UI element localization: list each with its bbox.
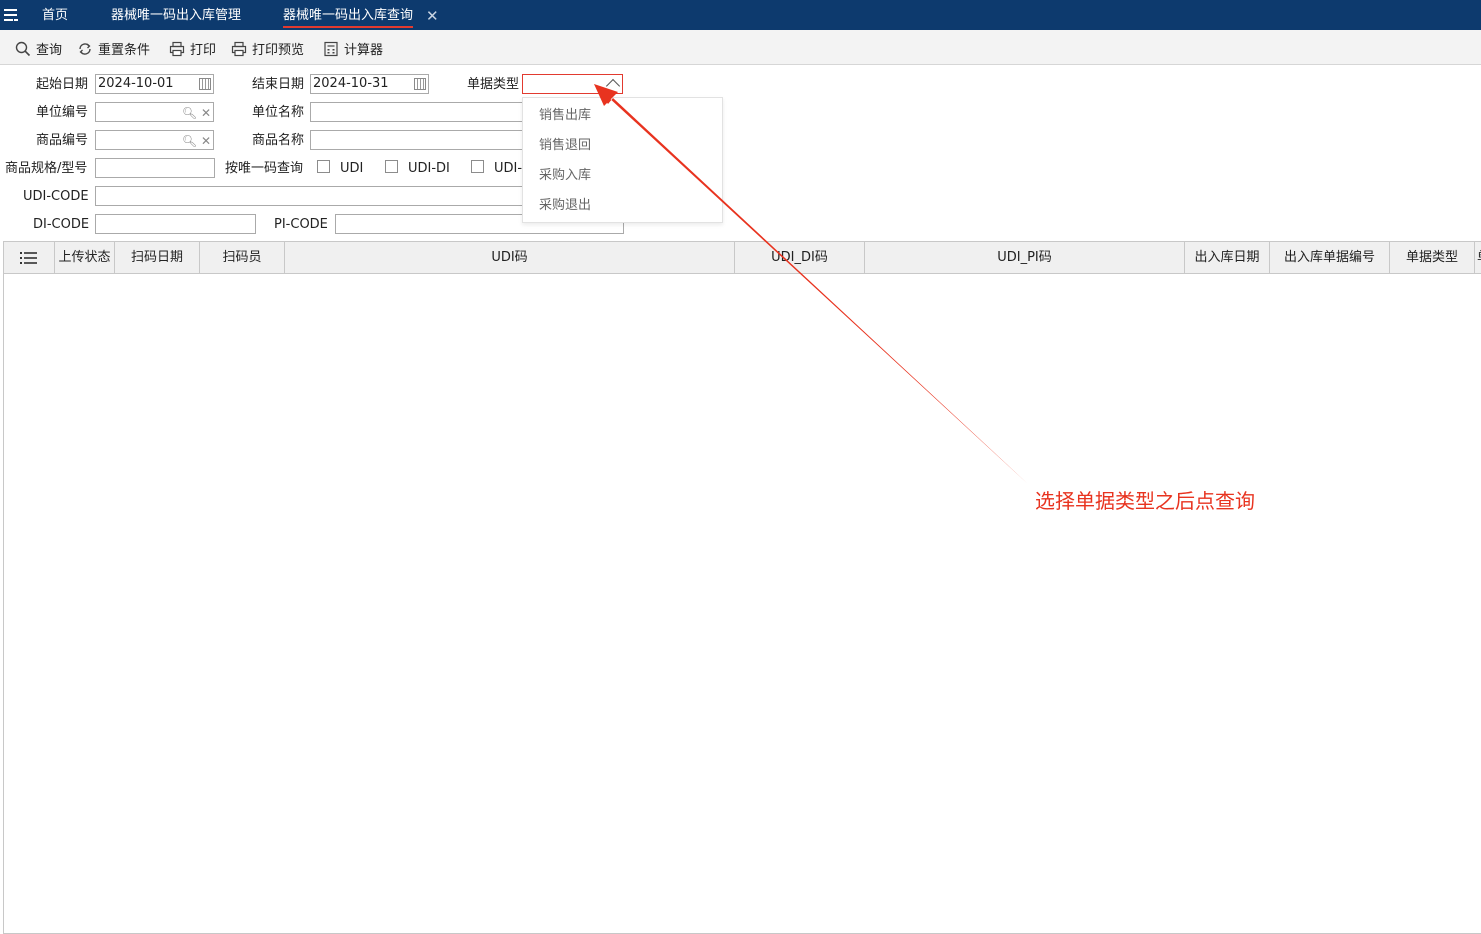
tab-home[interactable]: 首页 (42, 7, 68, 25)
column-header[interactable]: 上传状态 (55, 242, 115, 273)
dropdown-option[interactable]: 采购退出 (539, 197, 591, 215)
calendar-icon[interactable] (199, 78, 211, 90)
print-preview-label: 打印预览 (252, 43, 305, 58)
udi-di-checkbox-label: UDI-DI (408, 161, 450, 176)
di-code-input[interactable] (95, 214, 256, 234)
annotation-text: 选择单据类型之后点查询 (1035, 489, 1255, 513)
clear-icon[interactable]: ✕ (201, 134, 211, 148)
end-date-label: 结束日期 (252, 77, 305, 92)
doc-type-label: 单据类型 (467, 77, 520, 92)
start-date-value: 2024-10-01 (98, 76, 174, 91)
spec-input[interactable] (95, 158, 215, 178)
udi-checkbox-label: UDI (340, 161, 364, 176)
calculator-button[interactable]: 计算器 (323, 39, 383, 58)
column-header[interactable]: 出入库单据编号 (1270, 242, 1390, 273)
reset-label: 重置条件 (98, 43, 151, 58)
unit-code-label: 单位编号 (36, 105, 89, 120)
unit-name-label: 单位名称 (252, 105, 305, 120)
tab-bar: 首页 器械唯一码出入库管理 器械唯一码出入库查询 ✕ (0, 0, 1481, 30)
start-date-label: 起始日期 (36, 77, 89, 92)
goods-name-input[interactable] (310, 130, 523, 150)
dropdown-option[interactable]: 采购入库 (539, 167, 591, 185)
end-date-input[interactable]: 2024-10-31 (310, 74, 429, 94)
column-header[interactable]: 扫码日期 (115, 242, 200, 273)
clear-icon[interactable]: ✕ (201, 106, 211, 120)
list-icon (20, 251, 37, 264)
app-window: 首页 器械唯一码出入库管理 器械唯一码出入库查询 ✕ 查询 重置条件 打印 打印… (0, 0, 1481, 934)
data-grid: 上传状态 扫码日期 扫码员 UDI码 UDI_DI码 UDI_PI码 出入库日期… (3, 241, 1481, 934)
doc-type-select[interactable] (522, 74, 623, 94)
search-icon (15, 41, 31, 57)
toolbar: 查询 重置条件 打印 打印预览 计算器 (0, 30, 1481, 65)
close-tab-icon[interactable]: ✕ (426, 7, 439, 25)
refresh-icon (77, 41, 93, 57)
calculator-icon (323, 41, 339, 57)
column-header[interactable]: 出入库日期 (1185, 242, 1270, 273)
column-header[interactable]: 单据类型 (1390, 242, 1475, 273)
column-header[interactable]: UDI码 (285, 242, 735, 273)
tab-query[interactable]: 器械唯一码出入库查询 (283, 7, 414, 28)
query-label: 查询 (36, 43, 63, 58)
udi-di-checkbox[interactable] (385, 160, 398, 173)
search-icon[interactable]: 🔍︎ (182, 106, 197, 120)
dropdown-option[interactable]: 销售出库 (539, 107, 591, 125)
column-header[interactable]: UDI_PI码 (865, 242, 1185, 273)
print-preview-button[interactable]: 打印预览 (231, 39, 304, 58)
search-icon[interactable]: 🔍︎ (182, 134, 197, 148)
calculator-label: 计算器 (344, 43, 384, 58)
udi-code-input[interactable] (95, 186, 523, 206)
spec-label: 商品规格/型号 (5, 161, 88, 176)
goods-name-label: 商品名称 (252, 133, 305, 148)
column-header[interactable]: UDI_DI码 (735, 242, 865, 273)
udi-checkbox[interactable] (317, 160, 330, 173)
by-udi-label: 按唯一码查询 (225, 161, 304, 176)
doc-type-dropdown: 销售出库 销售退回 采购入库 采购退出 (522, 97, 723, 223)
goods-code-input[interactable]: 🔍︎ ✕ (95, 130, 214, 150)
dropdown-option[interactable]: 销售退回 (539, 137, 591, 155)
goods-code-label: 商品编号 (36, 133, 89, 148)
start-date-input[interactable]: 2024-10-01 (95, 74, 214, 94)
udi-pi-checkbox-label: UDI- (494, 161, 523, 176)
calendar-icon[interactable] (414, 78, 426, 90)
udi-pi-checkbox[interactable] (471, 160, 484, 173)
query-button[interactable]: 查询 (15, 39, 62, 58)
udi-code-label: UDI-CODE (23, 189, 89, 204)
reset-button[interactable]: 重置条件 (77, 39, 150, 58)
print-label: 打印 (190, 43, 217, 58)
end-date-value: 2024-10-31 (313, 76, 389, 91)
print-button[interactable]: 打印 (169, 39, 216, 58)
print-preview-icon (231, 41, 247, 57)
unit-code-input[interactable]: 🔍︎ ✕ (95, 102, 214, 122)
hamburger-icon[interactable] (2, 7, 20, 23)
column-chooser[interactable] (4, 242, 55, 273)
printer-icon (169, 41, 185, 57)
grid-header: 上传状态 扫码日期 扫码员 UDI码 UDI_DI码 UDI_PI码 出入库日期… (4, 242, 1481, 274)
pi-code-label: PI-CODE (274, 217, 328, 232)
unit-name-input[interactable] (310, 102, 523, 122)
di-code-label: DI-CODE (33, 217, 90, 232)
column-header[interactable]: 单 (1475, 242, 1481, 273)
tab-manage[interactable]: 器械唯一码出入库管理 (111, 7, 241, 25)
chevron-up-icon[interactable] (605, 78, 621, 94)
column-header[interactable]: 扫码员 (200, 242, 285, 273)
